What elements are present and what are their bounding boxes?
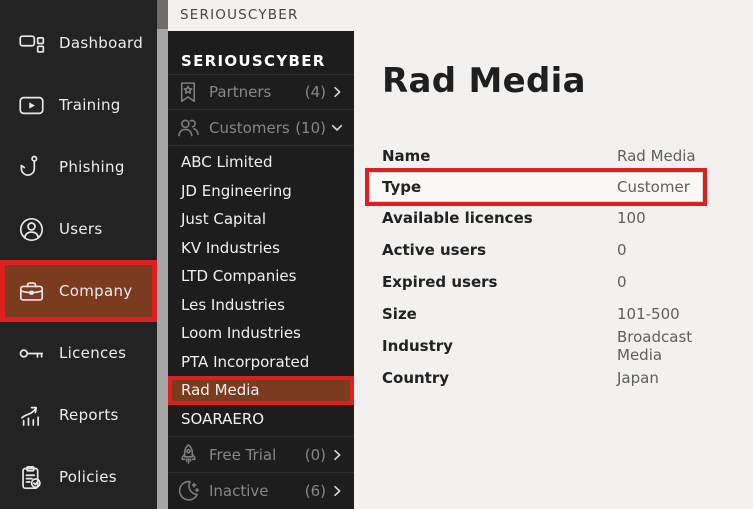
customer-item-selected[interactable]: Rad Media [168, 376, 354, 405]
group-label: Partners [209, 83, 272, 101]
chart-growth-icon [18, 402, 45, 429]
scrollbar-thumb[interactable] [157, 0, 168, 29]
group-count: (10) [295, 118, 326, 137]
chevron-right-icon [329, 447, 345, 463]
company-detail: Rad Media Name Rad Media Type Customer A… [354, 31, 753, 509]
detail-label: Industry [382, 337, 453, 355]
sidebar-nav: Dashboard Training Phishing Users Compan… [0, 12, 157, 508]
sidebar-item-label: Company [59, 282, 133, 300]
sidebar-item-licences[interactable]: Licences [0, 322, 157, 384]
detail-value: 0 [617, 273, 627, 291]
company-footer-groups: Free Trial (0) Inactive (6) [168, 436, 354, 508]
user-circle-icon [18, 216, 45, 243]
detail-value: Customer [617, 178, 690, 196]
detail-row-expired-users: Expired users 0 [382, 266, 710, 298]
customer-item[interactable]: PTA Incorporated [168, 348, 354, 377]
sidebar-item-policies[interactable]: Policies [0, 446, 157, 508]
sidebar-item-label: Dashboard [59, 34, 144, 52]
sidebar-item-label: Training [59, 96, 121, 114]
free-trial-group[interactable]: Free Trial (0) [168, 436, 354, 472]
clipboard-check-icon [18, 464, 45, 491]
briefcase-icon [18, 278, 45, 305]
detail-value: Rad Media [617, 147, 696, 165]
detail-row-name: Name Rad Media [382, 140, 710, 172]
detail-row-active-users: Active users 0 [382, 234, 710, 266]
detail-list: Name Rad Media Type Customer Available l… [365, 140, 710, 394]
people-icon [176, 115, 201, 140]
group-label: Inactive [209, 481, 269, 500]
main-sidebar: Dashboard Training Phishing Users Compan… [0, 0, 157, 509]
detail-value: 100 [617, 209, 646, 227]
detail-row-available-licences: Available licences 100 [382, 202, 710, 234]
company-groups: Partners (4) Customers (10) [168, 74, 354, 146]
detail-value: 0 [617, 241, 627, 259]
chevron-down-icon [329, 120, 345, 136]
sidebar-item-label: Reports [59, 406, 119, 424]
chevron-right-icon [329, 84, 345, 100]
group-label: Customers [209, 118, 290, 137]
detail-row-type: Type Customer [365, 168, 707, 206]
detail-label: Expired users [382, 273, 498, 291]
detail-label: Type [382, 178, 422, 196]
panel-title: SERIOUSCYBER [181, 52, 326, 70]
sidebar-item-users[interactable]: Users [0, 198, 157, 260]
detail-label: Name [382, 147, 431, 165]
partners-group[interactable]: Partners (4) [168, 74, 354, 110]
sidebar-item-phishing[interactable]: Phishing [0, 136, 157, 198]
customer-item[interactable]: ABC Limited [168, 148, 354, 177]
sidebar-item-label: Licences [59, 344, 127, 362]
sidebar-scrollbar[interactable] [157, 0, 168, 509]
customer-item[interactable]: Just Capital [168, 205, 354, 234]
customer-item[interactable]: SOARAERO [168, 405, 354, 434]
key-icon [18, 340, 45, 367]
bookmark-star-icon [176, 80, 201, 105]
detail-row-size: Size 101-500 [382, 298, 710, 330]
page-title: Rad Media [382, 61, 586, 101]
detail-value: 101-500 [617, 305, 680, 323]
fish-hook-icon [18, 154, 45, 181]
brand-name: SERIOUSCYBER [180, 7, 299, 23]
customer-item[interactable]: KV Industries [168, 234, 354, 263]
detail-label: Size [382, 305, 417, 323]
company-panel: SERIOUSCYBER Partners (4) Customers (10) [168, 31, 354, 509]
customer-item[interactable]: Les Industries [168, 291, 354, 320]
detail-label: Active users [382, 241, 487, 259]
detail-label: Available licences [382, 209, 533, 227]
detail-row-industry: Industry Broadcast Media [382, 328, 710, 364]
inactive-group[interactable]: Inactive (6) [168, 472, 354, 508]
customer-item[interactable]: JD Engineering [168, 177, 354, 206]
customers-group[interactable]: Customers (10) [168, 110, 354, 146]
sidebar-item-dashboard[interactable]: Dashboard [0, 12, 157, 74]
group-count: (0) [304, 445, 326, 464]
group-count: (4) [304, 83, 326, 101]
customer-item[interactable]: Loom Industries [168, 319, 354, 348]
customer-list: ABC Limited JD Engineering Just Capital … [168, 148, 354, 433]
group-count: (6) [304, 481, 326, 500]
rocket-icon [176, 442, 201, 467]
detail-label: Country [382, 369, 450, 387]
moon-icon [176, 478, 201, 503]
dashboard-icon [18, 30, 45, 57]
video-play-icon [18, 92, 45, 119]
sidebar-item-label: Users [59, 220, 103, 238]
detail-value: Broadcast Media [617, 328, 693, 364]
sidebar-item-label: Phishing [59, 158, 125, 176]
customer-item[interactable]: LTD Companies [168, 262, 354, 291]
detail-value: Japan [617, 369, 659, 387]
top-bar: SERIOUSCYBER [168, 0, 753, 31]
sidebar-item-company[interactable]: Company [0, 260, 157, 322]
sidebar-item-training[interactable]: Training [0, 74, 157, 136]
app-window: Dashboard Training Phishing Users Compan… [0, 0, 753, 509]
group-label: Free Trial [209, 445, 277, 464]
sidebar-item-reports[interactable]: Reports [0, 384, 157, 446]
detail-row-country: Country Japan [382, 362, 710, 394]
sidebar-item-label: Policies [59, 468, 117, 486]
chevron-right-icon [329, 483, 345, 499]
